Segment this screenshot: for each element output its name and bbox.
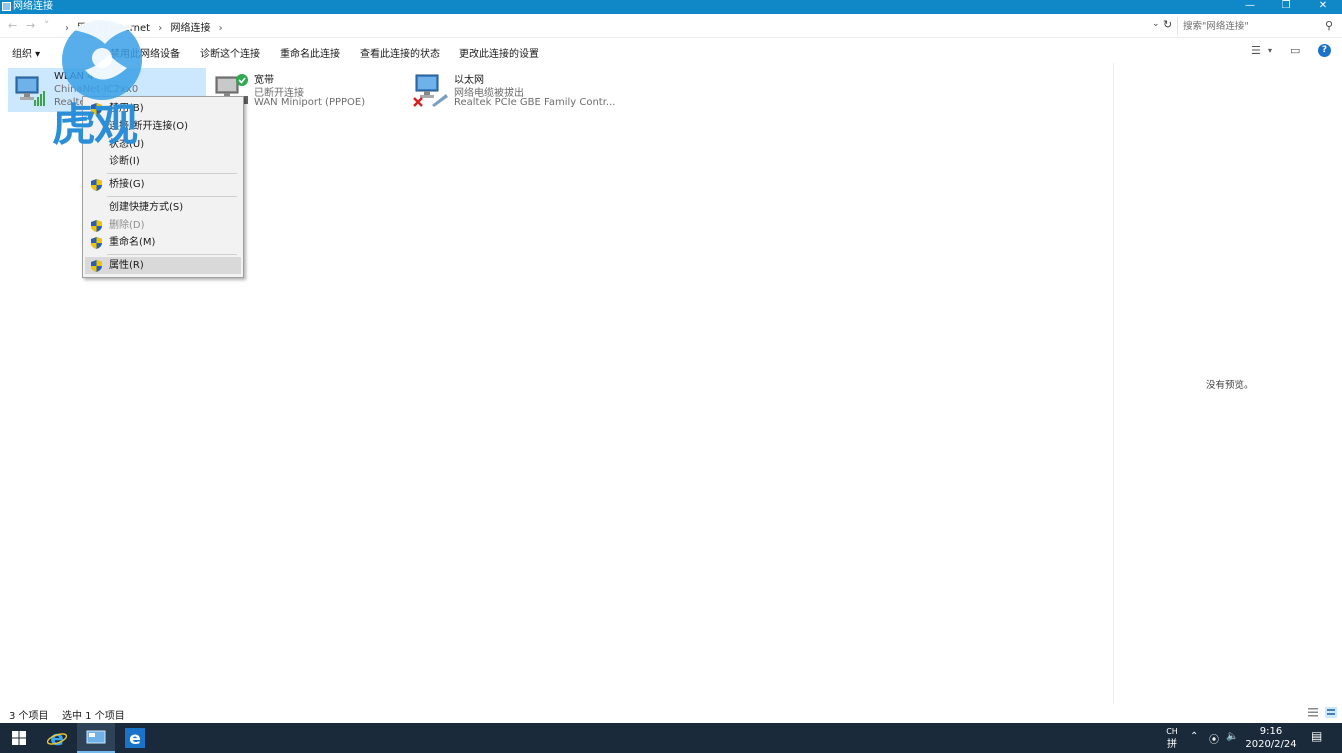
address-bar: ← → ˅ › 网络和 Internet › 网络连接 › ⌄ ↻ ⚲ — [0, 14, 1342, 38]
taskbar-control-panel[interactable] — [77, 723, 115, 753]
windows-logo-icon — [12, 731, 26, 745]
start-button[interactable] — [0, 723, 38, 753]
menu-item-create-shortcut[interactable]: 创建快捷方式(S) — [85, 199, 241, 216]
title-bar: 网络连接 — ❐ ✕ — [0, 0, 1342, 14]
svg-text:e: e — [50, 728, 64, 748]
uac-shield-icon — [91, 237, 102, 249]
search-input[interactable] — [1183, 18, 1323, 34]
back-arrow-icon[interactable]: ← — [8, 19, 17, 32]
watermark-logo-icon — [62, 18, 142, 100]
uac-shield-icon — [91, 220, 102, 232]
svg-text:e: e — [129, 729, 141, 748]
menu-item-label: 桥接(G) — [109, 179, 145, 190]
clock-time: 9:16 — [1259, 726, 1283, 737]
rename-button[interactable]: 重命名此连接 — [280, 45, 340, 60]
search-box: ⚲ — [1177, 17, 1337, 35]
wireless-network-icon — [15, 76, 45, 106]
volume-icon[interactable]: 🔈 — [1226, 731, 1238, 742]
preview-pane-icon[interactable]: ▭ — [1290, 44, 1300, 57]
close-button[interactable]: ✕ — [1305, 0, 1341, 14]
wifi-icon[interactable]: ⦿ — [1209, 731, 1219, 746]
clock-date: 2020/2/24 — [1245, 739, 1297, 750]
action-center-icon[interactable]: ▤ — [1311, 729, 1322, 743]
internet-explorer-icon: e — [47, 728, 67, 748]
change-view-icon[interactable]: ☰ — [1251, 44, 1261, 57]
menu-item-label: 诊断(I) — [109, 156, 140, 167]
uac-shield-icon — [91, 260, 102, 272]
menu-separator — [107, 254, 237, 255]
taskbar-edge[interactable]: e — [116, 723, 154, 753]
diagnose-button[interactable]: 诊断这个连接 — [200, 45, 260, 60]
menu-separator — [107, 196, 237, 197]
forward-arrow-icon[interactable]: → — [26, 19, 35, 32]
taskbar: e e CH 拼 ⌃ ⦿ 🔈 9:16 2020/2/24 ▤ — [0, 723, 1342, 753]
menu-item-label: 重命名(M) — [109, 237, 156, 248]
preview-pane: 没有预览。 — [1113, 63, 1342, 703]
breadcrumb-separator-icon: › — [218, 23, 223, 34]
watermark-text: 虎观 — [52, 100, 138, 151]
watermark: 虎观 — [52, 10, 152, 150]
item-count: 3 个项目 — [9, 711, 49, 722]
menu-item-diagnose[interactable]: 诊断(I) — [85, 153, 241, 170]
control-panel-icon — [86, 730, 106, 744]
details-view-icon[interactable] — [1307, 707, 1319, 718]
breadcrumb-separator-icon: › — [158, 23, 163, 34]
view-dropdown-icon[interactable]: ▾ — [1268, 46, 1272, 55]
tray-chevron-icon[interactable]: ⌃ — [1190, 731, 1198, 742]
organize-menu[interactable]: 组织 ▾ — [12, 45, 40, 60]
ime-language: CH — [1166, 727, 1178, 736]
view-status-button[interactable]: 查看此连接的状态 — [360, 45, 440, 60]
edge-icon: e — [125, 728, 145, 748]
clock[interactable]: 9:16 2020/2/24 — [1238, 725, 1304, 751]
menu-item-label: 属性(R) — [109, 260, 144, 271]
address-dropdown-icon[interactable]: ⌄ — [1152, 19, 1160, 29]
status-bar: 3 个项目 选中 1 个项目 — [0, 703, 1342, 723]
no-preview-text: 没有预览。 — [1206, 380, 1254, 391]
menu-item-properties[interactable]: 属性(R) — [85, 257, 241, 274]
network-folder-icon — [2, 2, 11, 11]
menu-item-label: 删除(D) — [109, 220, 145, 231]
menu-item-bridge[interactable]: 桥接(G) — [85, 176, 241, 193]
restore-button[interactable]: ❐ — [1268, 0, 1304, 14]
ethernet-icon — [413, 74, 448, 107]
breadcrumb-network-connections[interactable]: 网络连接 — [170, 23, 210, 34]
input-method-indicator[interactable]: CH 拼 — [1164, 725, 1180, 751]
help-icon[interactable]: ? — [1318, 44, 1331, 57]
refresh-icon[interactable]: ↻ — [1163, 18, 1172, 31]
tiles-view-icon[interactable] — [1325, 707, 1337, 718]
ime-mode: 拼 — [1167, 739, 1177, 750]
change-settings-button[interactable]: 更改此连接的设置 — [459, 45, 539, 60]
search-icon[interactable]: ⚲ — [1325, 19, 1333, 32]
connection-item-ethernet[interactable]: 以太网 网络电缆被拔出 Realtek PCIe GBE Family Cont… — [408, 68, 615, 112]
menu-separator — [107, 173, 237, 174]
item-device: Realtek PCIe GBE Family Contr... — [454, 97, 616, 108]
uac-shield-icon — [91, 179, 102, 191]
menu-item-rename[interactable]: 重命名(M) — [85, 234, 241, 251]
minimize-button[interactable]: — — [1232, 0, 1268, 14]
window-title: 网络连接 — [13, 1, 53, 12]
item-device: WAN Miniport (PPPOE) — [254, 97, 366, 108]
recent-chevron-icon[interactable]: ˅ — [44, 19, 50, 32]
taskbar-ie[interactable]: e — [38, 723, 76, 753]
menu-item-label: 创建快捷方式(S) — [109, 202, 184, 213]
command-bar: 组织 ▾ 禁用此网络设备 诊断这个连接 重命名此连接 查看此连接的状态 更改此连… — [0, 39, 1342, 63]
menu-item-delete[interactable]: 删除(D) — [85, 217, 241, 234]
selected-count: 选中 1 个项目 — [62, 711, 125, 722]
